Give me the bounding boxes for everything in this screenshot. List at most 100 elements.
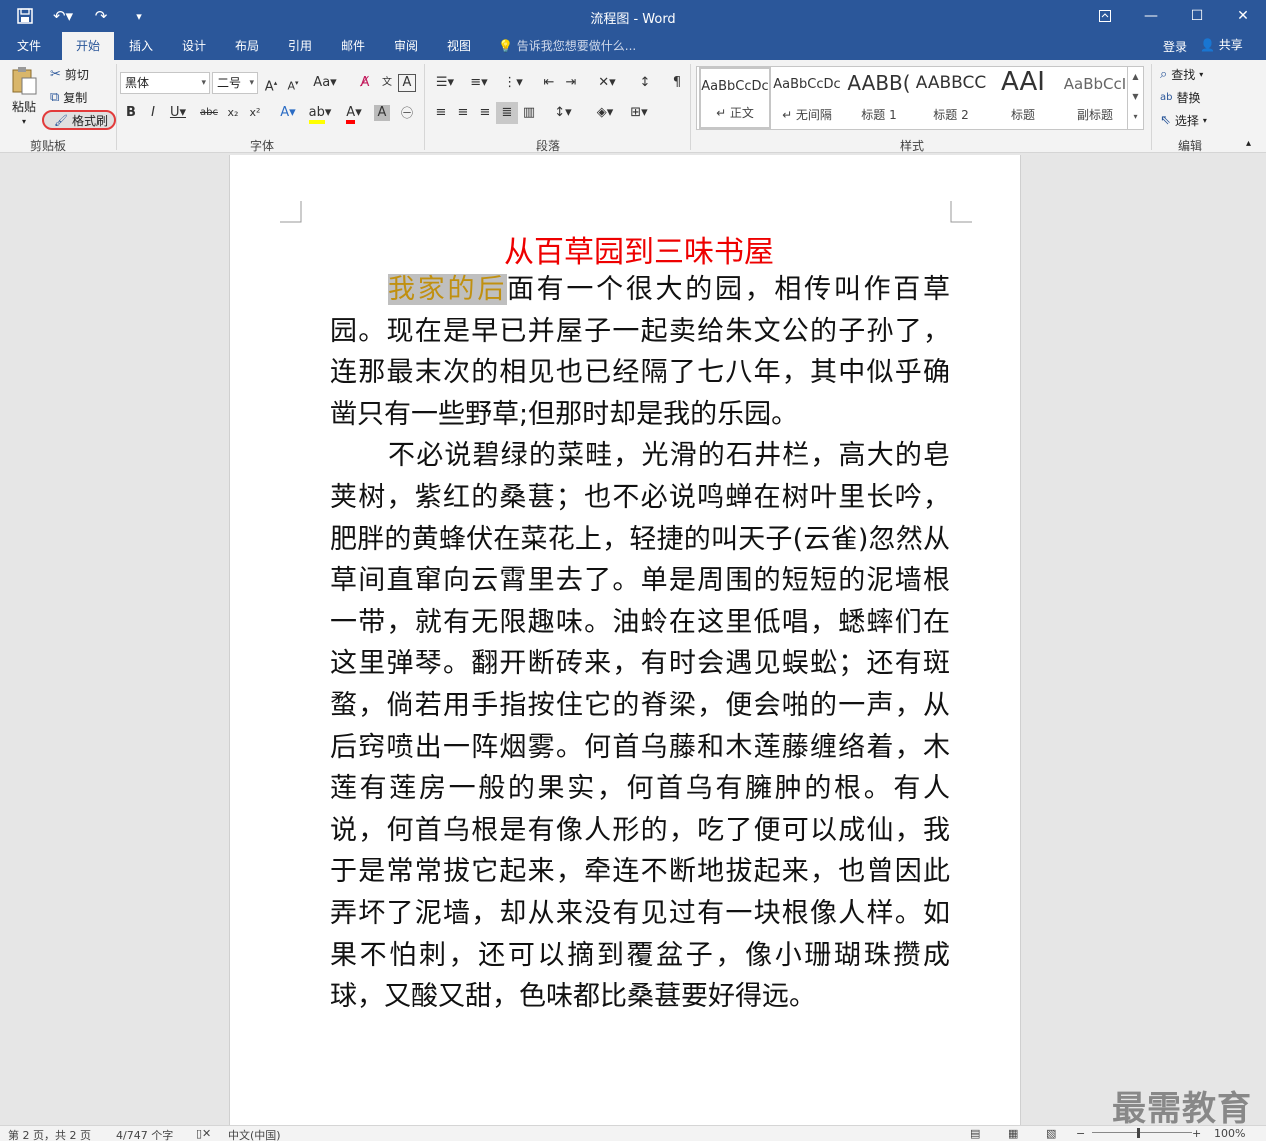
justify-icon[interactable]: ≣ (496, 102, 518, 124)
tell-me-box[interactable]: 💡 告诉我您想要做什么... (498, 32, 636, 60)
tab-design[interactable]: 设计 (171, 32, 217, 60)
sort-icon[interactable]: ↕ (634, 72, 656, 94)
person-icon: 👤 (1200, 38, 1215, 52)
grow-font-icon[interactable]: A▴ (260, 72, 282, 94)
style-preview: AaBbCcI (1063, 75, 1127, 93)
shrink-font-icon[interactable]: A▾ (282, 72, 304, 94)
style-heading-2[interactable]: AABBCC 标题 2 (915, 67, 987, 129)
style-subtitle[interactable]: AaBbCcI 副标题 (1059, 67, 1131, 129)
crop-mark-left (280, 201, 302, 223)
paste-icon (12, 67, 37, 95)
find-label: 查找 (1171, 68, 1196, 82)
language[interactable]: 中文(中国) (228, 1127, 281, 1141)
share-button[interactable]: 👤 共享 (1200, 36, 1243, 53)
separator (690, 64, 691, 150)
font-color-icon[interactable]: A▾ (340, 102, 368, 124)
highlight-icon[interactable]: ab▾ (306, 102, 334, 124)
line-spacing-icon[interactable]: ↕▾ (548, 102, 578, 124)
chevron-up-icon[interactable]: ▲ (1128, 67, 1143, 87)
proofing-icon[interactable]: ▯✕ (196, 1127, 211, 1140)
replace-icon: ab (1160, 92, 1173, 103)
align-left-icon[interactable]: ≡ (430, 102, 452, 124)
borders-icon[interactable]: ⊞▾ (624, 102, 654, 124)
read-mode-icon[interactable]: ▤ (970, 1127, 980, 1140)
cut-button[interactable]: ✂ 剪切 (50, 66, 89, 83)
copy-button[interactable]: ⧉ 复制 (50, 89, 87, 106)
styles-group-label: 样式 (900, 139, 925, 153)
tab-home[interactable]: 开始 (62, 32, 114, 60)
style-name: 标题 (1010, 108, 1035, 122)
editing-group-label: 编辑 (1178, 139, 1203, 153)
char-border-icon[interactable]: A (398, 74, 416, 92)
align-right-icon[interactable]: ≡ (474, 102, 496, 124)
paragraph-2: 不必说碧绿的菜畦，光滑的石井栏，高大的皂荚树，紫红的桑葚；也不必说鸣蝉在树叶里长… (330, 440, 950, 1013)
tell-me-text: 告诉我您想要做什么... (516, 39, 637, 53)
bullets-icon[interactable]: ☰▾ (430, 72, 460, 94)
subscript-icon[interactable]: x₂ (222, 102, 244, 124)
word-count[interactable]: 4/747 个字 (116, 1127, 173, 1141)
char-shading-icon[interactable]: A (374, 105, 390, 121)
collapse-ribbon-icon[interactable]: ▴ (1246, 138, 1251, 149)
login-button[interactable]: 登录 (1163, 38, 1187, 55)
replace-button[interactable]: ab 替换 (1160, 89, 1201, 106)
superscript-icon[interactable]: x² (244, 102, 266, 124)
search-icon: ⌕ (1160, 67, 1168, 82)
window-controls: — ☐ ✕ (1082, 0, 1266, 32)
tab-file[interactable]: 文件 (6, 32, 52, 60)
document-page[interactable]: 从百草园到三味书屋 我家的后面有一个很大的园，相传叫作百草园。现在是早已并屋子一… (229, 155, 1021, 1125)
numbering-icon[interactable]: ≡▾ (464, 72, 494, 94)
document-body[interactable]: 我家的后面有一个很大的园，相传叫作百草园。现在是早已并屋子一起卖给朱文公的子孙了… (330, 269, 950, 1018)
ribbon-display-icon[interactable] (1082, 0, 1128, 32)
tab-view[interactable]: 视图 (436, 32, 482, 60)
bold-icon[interactable]: B (120, 102, 142, 124)
text-effects-icon[interactable]: A▾ (274, 102, 302, 124)
style-preview: AABBCC (915, 73, 987, 93)
share-label: 共享 (1218, 38, 1243, 52)
close-icon[interactable]: ✕ (1220, 0, 1266, 32)
increase-indent-icon[interactable]: ⇥ (560, 72, 582, 94)
find-button[interactable]: ⌕ 查找 ▾ (1160, 66, 1203, 83)
italic-icon[interactable]: I (142, 102, 164, 124)
tab-references[interactable]: 引用 (277, 32, 323, 60)
chevron-down-icon[interactable]: ▼ (1128, 87, 1143, 107)
paste-button[interactable]: 粘贴 ▾ (10, 66, 38, 126)
font-name-combo[interactable]: 黑体 ▾ (120, 72, 210, 94)
zoom-out-icon[interactable]: − (1076, 1127, 1085, 1140)
style-name: 标题 2 (933, 108, 969, 122)
chevron-down-icon: ▾ (1199, 70, 1204, 79)
multilevel-list-icon[interactable]: ⋮▾ (498, 72, 528, 94)
tab-mailings[interactable]: 邮件 (330, 32, 376, 60)
font-size-combo[interactable]: 二号 ▾ (212, 72, 258, 94)
underline-icon[interactable]: U▾ (164, 102, 192, 124)
replace-label: 替换 (1176, 91, 1201, 105)
enclose-char-icon[interactable]: ㊀ (396, 102, 418, 124)
style-title[interactable]: AAI 标题 (987, 67, 1059, 129)
asian-layout-icon[interactable]: ✕▾ (592, 72, 622, 94)
shading-icon[interactable]: ◈▾ (590, 102, 620, 124)
styles-scroll[interactable]: ▲ ▼ ▾ (1127, 67, 1143, 129)
tab-insert[interactable]: 插入 (118, 32, 164, 60)
format-painter-button[interactable]: 🖌 格式刷 (42, 110, 116, 130)
paste-label: 粘贴 (11, 100, 36, 114)
clear-format-icon[interactable]: A̸ (354, 72, 376, 94)
select-button[interactable]: ⇖ 选择 ▾ (1160, 112, 1207, 129)
show-marks-icon[interactable]: ¶ (666, 72, 688, 94)
style-heading-1[interactable]: AABB( 标题 1 (843, 67, 915, 129)
decrease-indent-icon[interactable]: ⇤ (538, 72, 560, 94)
phonetic-guide-icon[interactable]: 文 (376, 72, 398, 94)
print-layout-icon[interactable]: ▦ (1008, 1127, 1018, 1140)
align-center-icon[interactable]: ≡ (452, 102, 474, 124)
maximize-icon[interactable]: ☐ (1174, 0, 1220, 32)
zoom-slider[interactable] (1092, 1132, 1192, 1133)
tab-layout[interactable]: 布局 (224, 32, 270, 60)
change-case-icon[interactable]: Aa▾ (310, 72, 340, 94)
web-layout-icon[interactable]: ▧ (1046, 1127, 1056, 1140)
minimize-icon[interactable]: — (1128, 0, 1174, 32)
page-count[interactable]: 第 2 页，共 2 页 (8, 1127, 91, 1141)
distributed-icon[interactable]: ▥ (518, 102, 540, 124)
tab-review[interactable]: 审阅 (383, 32, 429, 60)
style-normal[interactable]: AaBbCcDc ↵ 正文 (699, 67, 771, 129)
style-no-spacing[interactable]: AaBbCcDc ↵ 无间隔 (771, 67, 843, 129)
more-icon[interactable]: ▾ (1128, 107, 1143, 127)
strikethrough-icon[interactable]: abc (196, 102, 222, 124)
